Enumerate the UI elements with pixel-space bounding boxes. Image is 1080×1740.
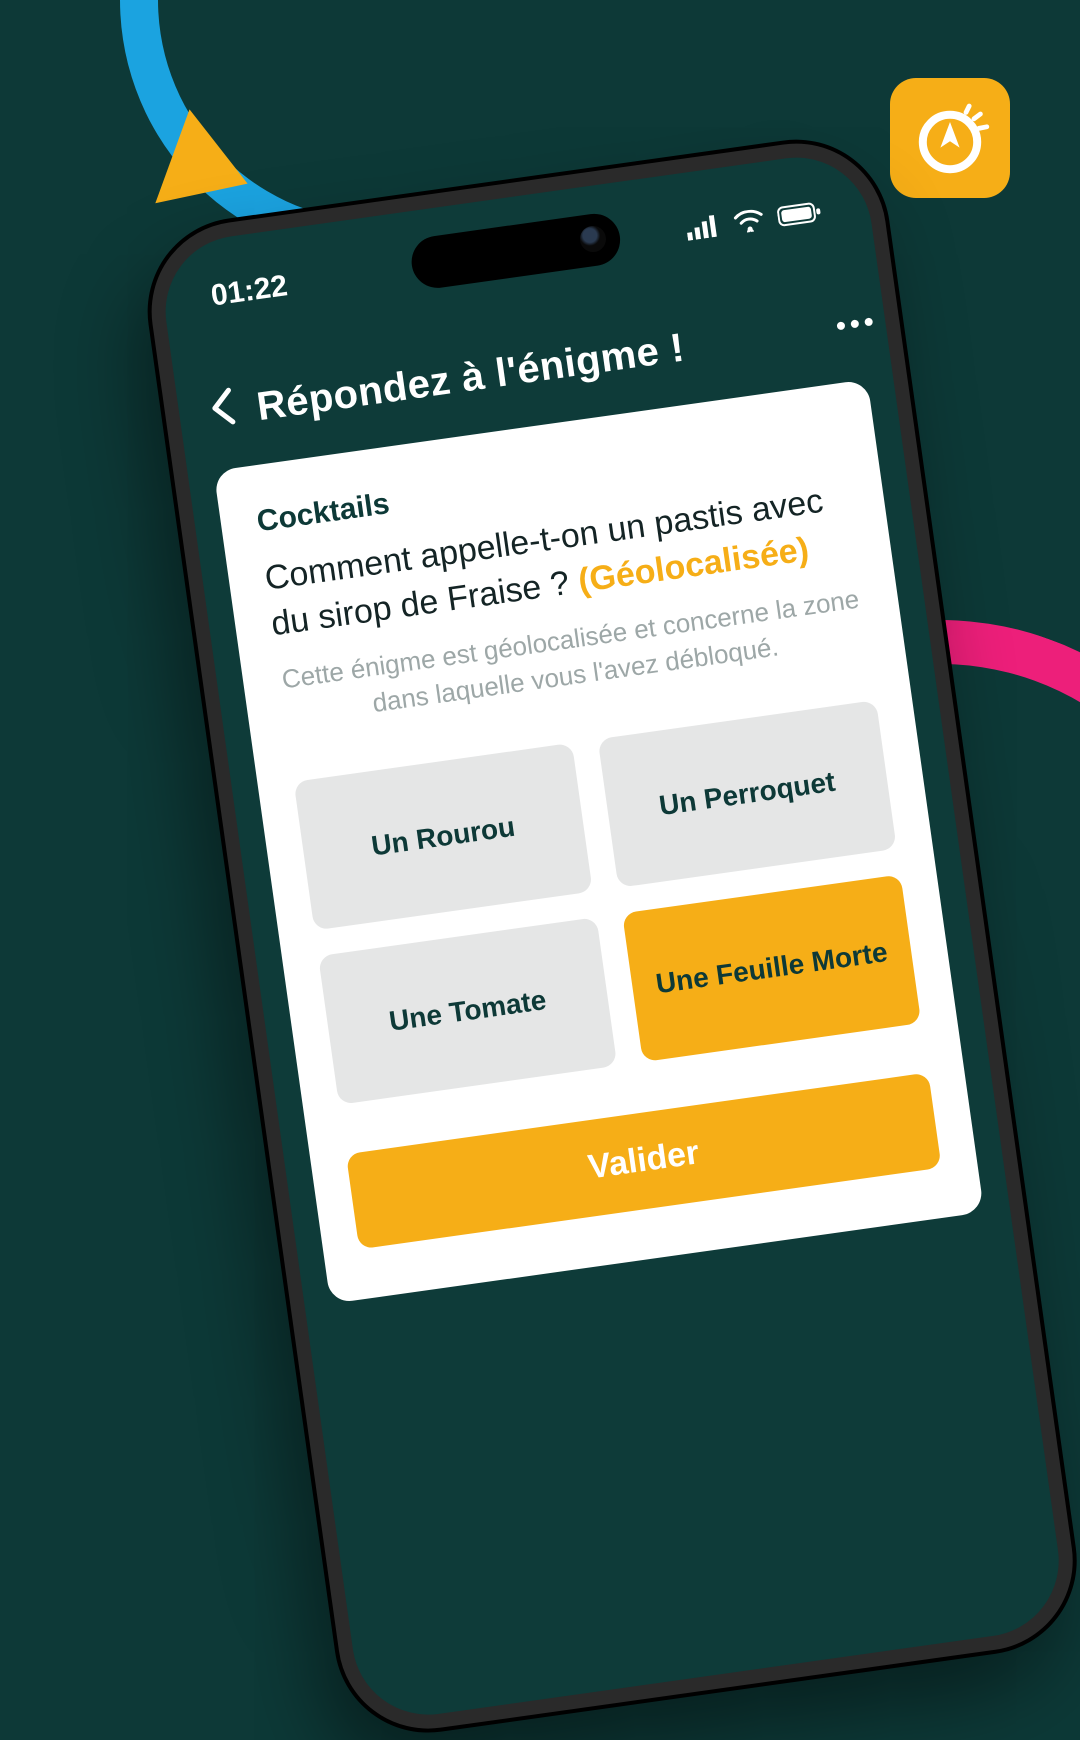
option-label: Un Rourou xyxy=(369,810,517,862)
option-label: Une Tomate xyxy=(387,984,548,1038)
option-button-3[interactable]: Une Feuille Morte xyxy=(622,874,921,1062)
option-button-0[interactable]: Un Rourou xyxy=(294,742,593,930)
status-time: 01:22 xyxy=(209,269,290,313)
chevron-left-icon xyxy=(206,385,239,429)
option-button-1[interactable]: Un Perroquet xyxy=(598,700,897,888)
phone-mockup: 01:22 xyxy=(140,132,1080,1740)
battery-icon xyxy=(776,200,823,228)
question-card: Cocktails Comment appelle-t-on un pastis… xyxy=(214,379,985,1303)
wifi-icon xyxy=(733,208,766,234)
cellular-icon xyxy=(685,214,722,241)
phone-side-button xyxy=(189,625,212,735)
more-menu-button[interactable] xyxy=(825,316,875,333)
options-grid: Un Rourou Un Perroquet Une Tomate Une Fe… xyxy=(294,700,922,1105)
compass-dial-icon xyxy=(910,98,990,178)
option-button-2[interactable]: Une Tomate xyxy=(318,917,617,1105)
phone-side-button xyxy=(208,764,231,874)
option-label: Une Feuille Morte xyxy=(654,936,890,1000)
more-vertical-icon xyxy=(834,316,875,331)
validate-label: Valider xyxy=(586,1133,702,1186)
app-logo-badge xyxy=(890,78,1010,198)
option-label: Un Perroquet xyxy=(657,765,837,821)
back-button[interactable] xyxy=(206,385,241,439)
phone-side-button xyxy=(175,526,191,587)
validate-button[interactable]: Valider xyxy=(346,1072,942,1249)
